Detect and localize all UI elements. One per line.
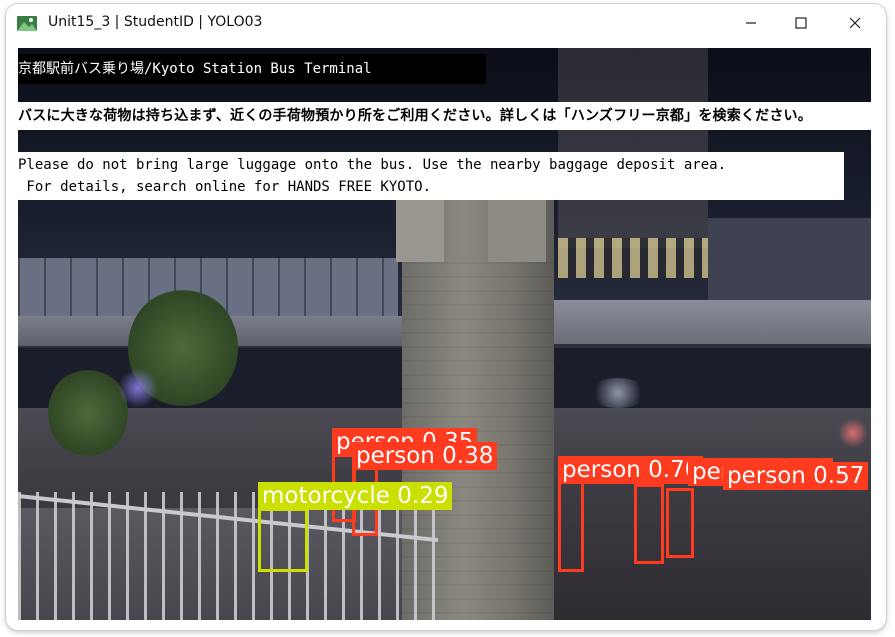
close-button[interactable]: [832, 8, 878, 38]
building-lights: [558, 238, 718, 278]
close-icon: [849, 17, 861, 29]
minimize-button[interactable]: [728, 8, 774, 38]
video-frame: 京都駅前バス乗り場/Kyoto Station Bus Terminal バスに…: [18, 48, 871, 620]
notice-english-line-2: For details, search online for HANDS FRE…: [18, 179, 432, 195]
canopy-right: [554, 300, 871, 344]
detection-label: person 0.38: [352, 442, 498, 470]
notice-japanese: バスに大きな荷物は持ち込まず、近くの手荷物預かり所をご利用ください。詳しくは「ハ…: [18, 102, 871, 130]
notice-english: Please do not bring large luggage onto t…: [18, 152, 844, 200]
window-title: Unit15_3 | StudentID | YOLO03: [48, 14, 263, 30]
maximize-button[interactable]: [778, 8, 824, 38]
maximize-icon: [795, 17, 807, 29]
detection-box: [634, 484, 664, 564]
station-building-right: [558, 48, 708, 248]
app-icon: [16, 13, 38, 33]
minimize-icon: [746, 22, 756, 24]
detection-label: person 0.70: [558, 456, 704, 484]
app-window: Unit15_3 | StudentID | YOLO03 京都駅前バス乗り場/…: [6, 4, 886, 630]
street-light-glow: [118, 368, 158, 408]
detection-box: [258, 508, 308, 572]
building-far-right: [708, 218, 871, 308]
notice-english-line-1: Please do not bring large luggage onto t…: [18, 157, 727, 173]
title-bar[interactable]: Unit15_3 | StudentID | YOLO03: [6, 4, 886, 42]
detection-box: [558, 480, 584, 572]
location-banner: 京都駅前バス乗り場/Kyoto Station Bus Terminal: [18, 54, 486, 84]
detection-label: motorcycle 0.29: [258, 482, 453, 510]
street-light-glow: [838, 418, 868, 448]
detection-box: [666, 488, 694, 558]
detection-label: person 0.57: [723, 462, 869, 490]
pillar-cap: [396, 196, 444, 262]
street-light-glow: [588, 378, 648, 408]
pillar-cap: [488, 196, 546, 262]
tree: [48, 368, 128, 458]
